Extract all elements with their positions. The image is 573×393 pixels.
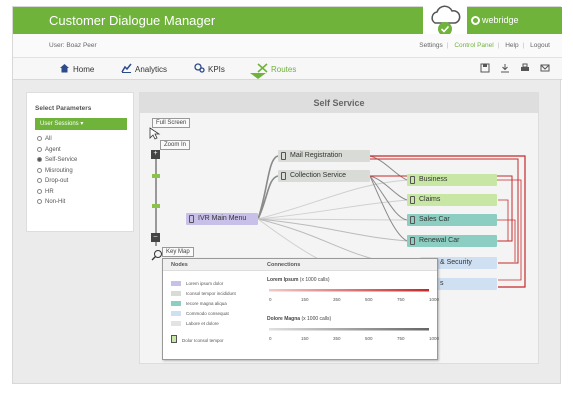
node-phone-icon	[281, 172, 286, 180]
node-label: Business	[419, 176, 448, 183]
zoom-level-marker[interactable]	[152, 174, 160, 178]
node-label: Claims	[419, 196, 441, 203]
key-map-header: Nodes Connections	[163, 259, 437, 271]
node-phone-icon	[189, 215, 194, 223]
connection-scale-1	[269, 289, 429, 292]
legend-connections-header: Connections	[267, 262, 301, 268]
node-phone-icon	[410, 216, 415, 224]
legend-nodes-header: Nodes	[171, 262, 188, 268]
scale-tick-label: 500	[365, 297, 373, 302]
node-mail-registration[interactable]: Mail Registration	[278, 150, 370, 162]
zoom-level-marker[interactable]	[152, 204, 160, 208]
scale-tick-label: 1000	[429, 297, 440, 302]
node-sales-car[interactable]: Sales Car	[407, 214, 497, 226]
node-business[interactable]: Business	[407, 174, 497, 186]
node-collection-service[interactable]: Collection Service	[278, 170, 370, 182]
node-phone-icon	[171, 335, 177, 343]
zoom-plus-button[interactable]: +	[151, 150, 160, 159]
legend-item: Dolor Iconsol tempor	[171, 335, 224, 343]
node-phone-icon	[410, 196, 415, 204]
scale-tick-label: 500	[365, 336, 373, 341]
scale-tick-label: 150	[301, 336, 309, 341]
connection-title: Lorem Ipsum (x 1000 calls)	[267, 277, 330, 283]
node-label: IVR Main Menu	[198, 215, 247, 222]
legend-swatch	[171, 301, 181, 306]
legend-swatch	[171, 321, 181, 326]
legend-item: Iecore magna aliqua	[171, 301, 227, 306]
key-map-popup: Nodes Connections Lorem ipsum dolor Icon…	[162, 258, 440, 360]
node-label: Collection Service	[290, 172, 347, 179]
node-ivr-main-menu[interactable]: IVR Main Menu	[186, 213, 258, 225]
node-phone-icon	[281, 152, 286, 160]
legend-swatch	[171, 281, 181, 286]
scale-tick-label: 0	[269, 336, 272, 341]
scale-tick-label: 350	[333, 297, 341, 302]
node-phone-icon	[410, 176, 415, 184]
legend-item: Labore et dolore	[171, 321, 219, 326]
legend-swatch	[171, 291, 181, 296]
node-label: Sales Car	[419, 216, 450, 223]
node-phone-icon	[410, 237, 415, 245]
legend-item: Iconsol tempor incididunt	[171, 291, 236, 296]
scale-tick-label: 1000	[429, 336, 440, 341]
scale-tick-label: 350	[333, 336, 341, 341]
node-label: Mail Registration	[290, 152, 343, 159]
node-claims[interactable]: Claims	[407, 194, 497, 206]
scale-tick-label: 750	[397, 336, 405, 341]
node-label: Renewal Car	[419, 237, 460, 244]
scale-tick-label: 150	[301, 297, 309, 302]
legend-swatch	[171, 311, 181, 316]
legend-item: Commodo consequat	[171, 311, 229, 316]
scale-tick-label: 0	[269, 297, 272, 302]
cursor-icon	[149, 127, 161, 140]
node-label: s	[440, 280, 444, 287]
key-map-button[interactable]: Key Map	[162, 247, 194, 257]
connection-title: Dolore Magna (x 1000 calls)	[267, 316, 332, 322]
scale-tick-label: 750	[397, 297, 405, 302]
node-label: & Security	[440, 259, 472, 266]
legend-item: Lorem ipsum dolor	[171, 281, 223, 286]
zoom-minus-button[interactable]: –	[151, 233, 160, 242]
node-renewal-car[interactable]: Renewal Car	[407, 235, 497, 247]
zoom-in-button[interactable]: Zoom In	[160, 140, 191, 150]
connection-scale-2	[269, 328, 429, 331]
